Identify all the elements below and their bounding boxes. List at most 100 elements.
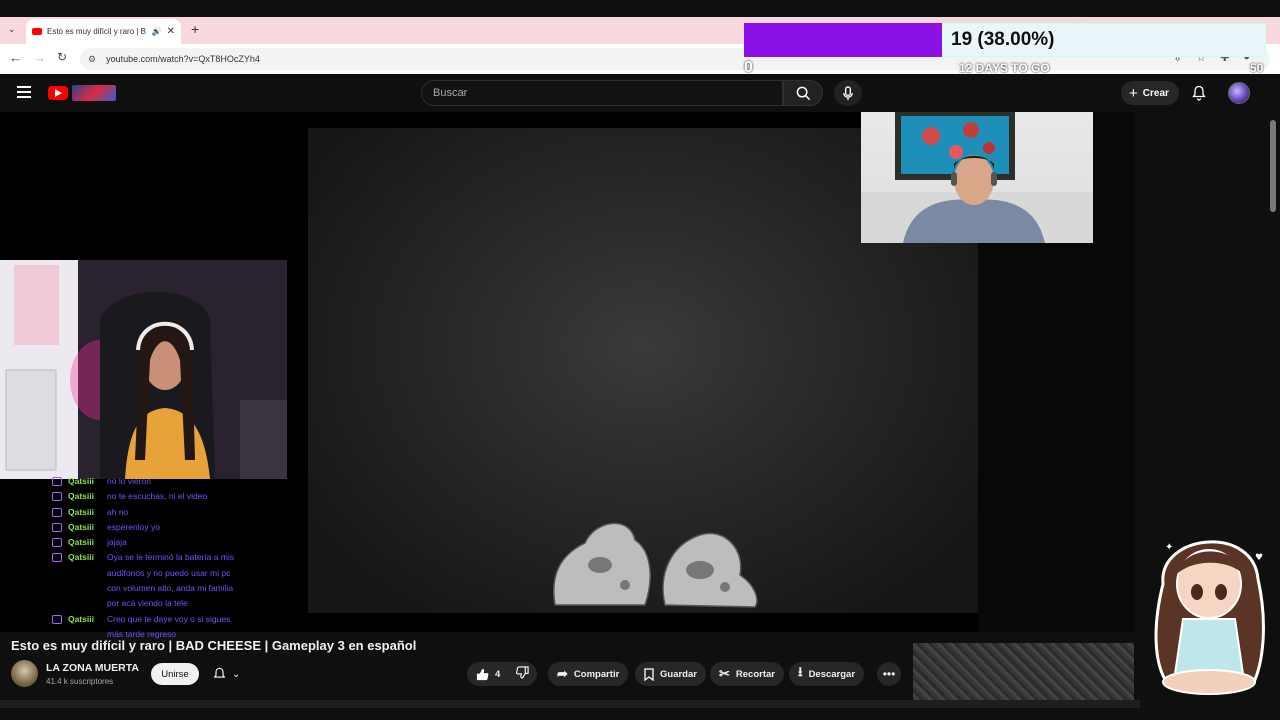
chat-text: no lo vieron — [107, 476, 151, 486]
chat-text: Creo que te daye voy o si sigues — [107, 613, 231, 624]
tab-search-icon[interactable]: ⌄ — [8, 24, 16, 35]
browser-tab[interactable]: Esto es muy difícil y raro | B 🔊 ✕ — [26, 19, 181, 44]
video-title: Esto es muy difícil y raro | BAD CHEESE … — [11, 638, 417, 653]
goal-header: META DE SEGUIDORES — [925, 5, 1091, 20]
close-tab-icon[interactable]: ✕ — [167, 26, 175, 37]
reactor-webcam-image — [861, 112, 1093, 243]
chat-message: Qatsiii ah no — [52, 505, 272, 520]
share-icon: ➦ — [557, 666, 568, 681]
chevron-down-icon: ⌄ — [232, 668, 241, 680]
webcam-streamer — [0, 260, 287, 479]
url-text: youtube.com/watch?v=QxT8HOcZYh4 — [106, 54, 260, 64]
tab-title: Esto es muy difícil y raro | B — [47, 27, 146, 36]
goal-days-left: 12 DAYS TO GO — [959, 61, 1050, 75]
more-options-button[interactable]: ••• — [877, 662, 901, 686]
svg-text:✦: ✦ — [1165, 542, 1173, 553]
share-label: Compartir — [573, 668, 620, 680]
site-info-icon[interactable]: ⚙ — [88, 54, 96, 65]
page-bottom-strip — [0, 700, 1140, 708]
chat-text: esperenloy yo — [107, 521, 160, 532]
like-count: 4 — [495, 668, 501, 680]
chat-badge-icon — [52, 614, 62, 624]
search-icon — [796, 86, 810, 100]
chat-message: Qatsiii Creo que te daye voy o si sigues — [52, 612, 272, 627]
chat-message: audífonos y no puedo usar mi pc — [52, 566, 272, 581]
cheese-characters-image — [553, 522, 758, 608]
page-scrollbar[interactable] — [1270, 120, 1276, 212]
webcam-reactor — [861, 112, 1093, 243]
hamburger-menu-icon[interactable] — [17, 86, 31, 98]
chat-text: no te escuchas, ni el video — [107, 491, 208, 502]
chat-badge-icon — [52, 477, 62, 486]
speaker-icon: 🔊 — [151, 27, 162, 36]
svg-text:♥: ♥ — [1255, 553, 1263, 563]
chat-username: Qatsiii — [68, 613, 94, 624]
notifications-button[interactable] — [1192, 85, 1206, 106]
plus-icon: + — [1129, 84, 1138, 102]
channel-avatar[interactable] — [11, 660, 38, 687]
save-button[interactable]: Guardar — [635, 662, 706, 686]
search-button[interactable] — [783, 80, 823, 106]
chat-text: Oya se le terminó la batería a mis — [107, 552, 235, 563]
channel-name[interactable]: LA ZONA MUERTA — [46, 662, 139, 674]
chat-badge-icon — [52, 538, 62, 548]
chat-username: Qatsiii — [68, 491, 94, 502]
like-dislike-group: 4 — [467, 662, 537, 686]
download-label: Descargar — [808, 668, 856, 680]
chat-badge-icon — [52, 492, 62, 502]
chat-username: Qatsiii — [68, 506, 94, 517]
join-button[interactable]: Unirse — [151, 663, 199, 685]
youtube-logo-icon[interactable] — [48, 86, 68, 100]
create-button[interactable]: + Crear — [1121, 81, 1179, 105]
reload-icon[interactable]: ↻ — [57, 50, 67, 64]
account-avatar[interactable] — [1228, 82, 1250, 104]
youtube-doodle-logo[interactable] — [72, 85, 116, 101]
thumbs-up-icon — [476, 668, 489, 680]
new-tab-icon[interactable]: + — [191, 21, 199, 37]
streamer-webcam-image — [0, 260, 287, 479]
chat-text: por acá viendo la tele — [107, 598, 188, 609]
chat-message: por acá viendo la tele — [52, 596, 272, 611]
chat-username: Qatsiii — [68, 476, 94, 486]
subscriber-count: 41.4 k suscriptores — [46, 677, 114, 686]
bell-icon — [213, 667, 226, 678]
bell-icon — [1192, 85, 1206, 101]
chat-text: con volumen alto, anda mi familia — [107, 583, 234, 594]
chat-message: Qatsiii esperenloy yo — [52, 520, 272, 535]
search-input[interactable]: Buscar — [421, 80, 783, 106]
microphone-icon — [843, 85, 853, 100]
chat-message: Qatsiii no te escuchas, ni el video — [52, 489, 272, 504]
scissors-icon: ✂ — [719, 666, 730, 681]
pixelated-panel — [913, 643, 1134, 701]
chat-username — [68, 581, 101, 596]
like-button[interactable]: 4 — [476, 668, 500, 681]
stream-chat: Qatsiii no lo vieron Qatsiii no te escuchas… — [52, 474, 272, 664]
forward-icon[interactable]: → — [33, 50, 46, 65]
thumbs-down-icon — [516, 666, 529, 679]
clip-label: Recortar — [735, 668, 775, 680]
dislike-button[interactable] — [516, 666, 529, 682]
share-button[interactable]: ➦ Compartir — [548, 662, 629, 686]
chat-username: Qatsiii — [68, 537, 94, 548]
save-label: Guardar — [660, 668, 697, 680]
goal-max: 50 — [1250, 61, 1264, 75]
back-icon[interactable]: ← — [9, 50, 22, 65]
voice-search-button[interactable] — [834, 80, 862, 106]
chat-username — [68, 566, 101, 581]
download-icon: ⭳ — [798, 664, 803, 679]
chat-username: Qatsiii — [68, 552, 94, 563]
download-button[interactable]: ⭳ Descargar — [789, 662, 865, 686]
chat-username — [68, 596, 101, 611]
more-dots-icon: ••• — [882, 667, 896, 681]
chat-message: Qatsiii jajaja — [52, 535, 272, 550]
chat-username: Qatsiii — [68, 521, 94, 532]
youtube-favicon-icon — [32, 28, 42, 35]
chat-message: Qatsiii no lo vieron — [52, 474, 272, 489]
clip-button[interactable]: ✂ Recortar — [710, 662, 784, 686]
chat-text: jajaja — [107, 537, 127, 548]
chat-badge-icon — [52, 507, 62, 517]
chat-text: audífonos y no puedo usar mi pc — [107, 567, 231, 578]
subscription-bell-button[interactable]: ⌄ — [207, 663, 253, 685]
goal-progress-text: 19 (38.00%) — [951, 29, 1055, 50]
chat-badge-icon — [52, 553, 62, 563]
